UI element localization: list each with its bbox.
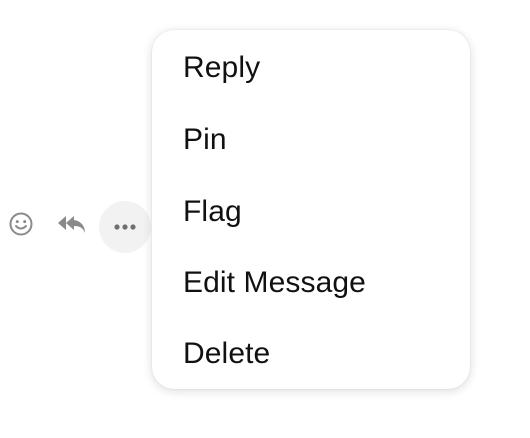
more-options-button[interactable] xyxy=(99,201,151,253)
add-reaction-button[interactable] xyxy=(6,212,36,240)
menu-item-pin[interactable]: Pin xyxy=(183,115,458,165)
menu-item-flag[interactable]: Flag xyxy=(183,187,458,237)
reply-all-button[interactable] xyxy=(55,212,89,240)
menu-item-delete[interactable]: Delete xyxy=(183,329,458,379)
menu-item-reply[interactable]: Reply xyxy=(183,43,458,93)
menu-item-edit-message[interactable]: Edit Message xyxy=(183,258,458,308)
message-actions-area: Reply Pin Flag Edit Message Delete xyxy=(0,0,530,438)
message-context-menu: Reply Pin Flag Edit Message Delete xyxy=(152,30,470,389)
more-horizontal-icon xyxy=(113,218,137,236)
reply-all-icon xyxy=(56,212,88,241)
smiley-icon xyxy=(8,211,34,242)
